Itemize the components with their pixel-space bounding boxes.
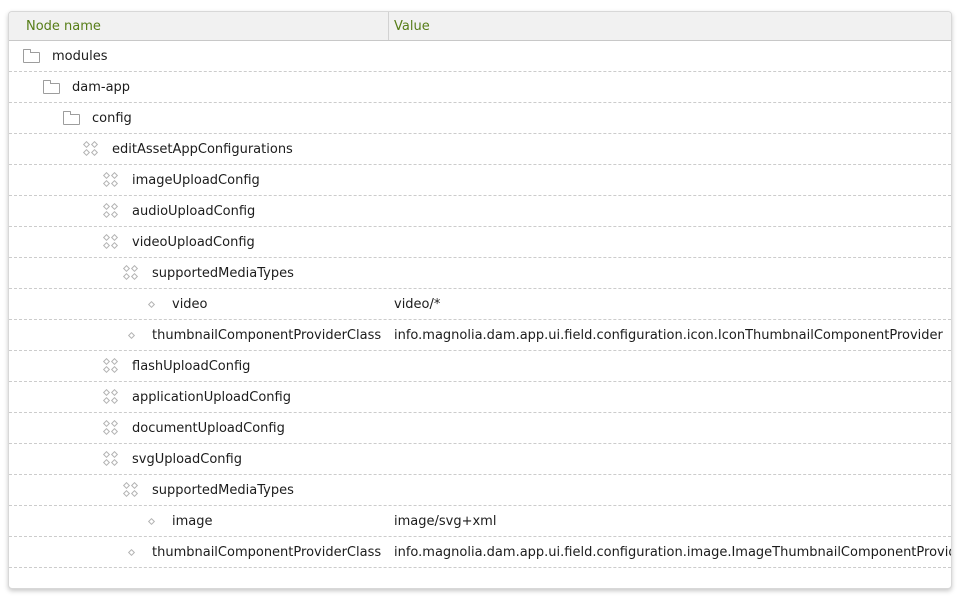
node-name-label: config — [92, 111, 132, 126]
node-name-cell: video — [9, 296, 389, 313]
node-value: info.magnolia.dam.app.ui.field.configura… — [389, 328, 951, 343]
node-name-cell: imageUploadConfig — [9, 172, 389, 189]
property-icon — [123, 327, 140, 344]
content-node-icon — [103, 234, 120, 251]
node-name-label: imageUploadConfig — [132, 173, 260, 188]
tree-row[interactable]: config — [9, 103, 951, 134]
tree-row[interactable]: applicationUploadConfig — [9, 382, 951, 413]
node-name-cell: videoUploadConfig — [9, 234, 389, 251]
node-name-cell: editAssetAppConfigurations — [9, 141, 389, 158]
column-header-node-name[interactable]: Node name — [9, 12, 389, 40]
node-name-cell: applicationUploadConfig — [9, 389, 389, 406]
tree-indent — [9, 335, 123, 336]
tree-row[interactable]: image image/svg+xml — [9, 506, 951, 537]
tree-indent — [9, 273, 123, 274]
tree-row[interactable]: audioUploadConfig — [9, 196, 951, 227]
content-node-icon — [123, 265, 140, 282]
node-name-label: audioUploadConfig — [132, 204, 255, 219]
node-name-label: flashUploadConfig — [132, 359, 250, 374]
content-node-icon — [103, 203, 120, 220]
folder-icon — [63, 114, 80, 125]
page: Node name Value modules dam-app — [0, 0, 960, 603]
tree-row[interactable]: supportedMediaTypes — [9, 258, 951, 289]
tree-indent — [9, 242, 103, 243]
node-name-cell: supportedMediaTypes — [9, 482, 389, 499]
property-icon — [143, 296, 160, 313]
tree-row[interactable]: svgUploadConfig — [9, 444, 951, 475]
tree-indent — [9, 428, 103, 429]
node-name-cell: thumbnailComponentProviderClass — [9, 327, 389, 344]
node-value: video/* — [389, 297, 951, 312]
node-name-cell: flashUploadConfig — [9, 358, 389, 375]
content-node-icon — [103, 358, 120, 375]
tree-indent — [9, 149, 83, 150]
tree-indent — [9, 118, 63, 119]
node-name-cell: supportedMediaTypes — [9, 265, 389, 282]
config-tree-table: Node name Value modules dam-app — [8, 11, 952, 589]
node-name-label: svgUploadConfig — [132, 452, 242, 467]
node-name-label: documentUploadConfig — [132, 421, 285, 436]
property-icon — [123, 544, 140, 561]
tree-indent — [9, 180, 103, 181]
content-node-icon — [123, 482, 140, 499]
folder-icon — [43, 83, 60, 94]
tree-indent — [9, 211, 103, 212]
tree-row[interactable]: dam-app — [9, 72, 951, 103]
tree-indent — [9, 552, 123, 553]
content-node-icon — [103, 420, 120, 437]
tree-indent — [9, 521, 143, 522]
tree-row[interactable]: flashUploadConfig — [9, 351, 951, 382]
node-name-cell: documentUploadConfig — [9, 420, 389, 437]
node-name-label: supportedMediaTypes — [152, 483, 294, 498]
folder-icon — [23, 52, 40, 63]
node-name-cell: config — [9, 111, 389, 126]
tree-indent — [9, 366, 103, 367]
content-node-icon — [103, 451, 120, 468]
node-value: info.magnolia.dam.app.ui.field.configura… — [389, 545, 951, 560]
tree-row[interactable]: editAssetAppConfigurations — [9, 134, 951, 165]
node-name-label: supportedMediaTypes — [152, 266, 294, 281]
tree-indent — [9, 304, 143, 305]
table-header: Node name Value — [9, 12, 951, 41]
node-name-cell: modules — [9, 49, 389, 64]
tree-indent — [9, 490, 123, 491]
node-name-cell: thumbnailComponentProviderClass — [9, 544, 389, 561]
node-name-cell: dam-app — [9, 80, 389, 95]
content-node-icon — [103, 389, 120, 406]
node-value: image/svg+xml — [389, 514, 951, 529]
node-name-label: modules — [52, 49, 108, 64]
tree-indent — [9, 397, 103, 398]
tree-row[interactable]: supportedMediaTypes — [9, 475, 951, 506]
node-name-label: dam-app — [72, 80, 130, 95]
node-name-label: editAssetAppConfigurations — [112, 142, 293, 157]
tree-row[interactable]: imageUploadConfig — [9, 165, 951, 196]
tree-row[interactable]: thumbnailComponentProviderClass info.mag… — [9, 537, 951, 568]
table-body: modules dam-app config editAsset — [9, 41, 951, 568]
tree-row[interactable]: modules — [9, 41, 951, 72]
node-name-label: thumbnailComponentProviderClass — [152, 328, 381, 343]
node-name-cell: audioUploadConfig — [9, 203, 389, 220]
tree-indent — [9, 56, 23, 57]
content-node-icon — [83, 141, 100, 158]
node-name-label: video — [172, 297, 208, 312]
node-name-cell: svgUploadConfig — [9, 451, 389, 468]
node-name-label: videoUploadConfig — [132, 235, 255, 250]
node-name-cell: image — [9, 513, 389, 530]
tree-row[interactable]: video video/* — [9, 289, 951, 320]
content-node-icon — [103, 172, 120, 189]
tree-row[interactable]: documentUploadConfig — [9, 413, 951, 444]
property-icon — [143, 513, 160, 530]
tree-indent — [9, 87, 43, 88]
node-name-label: applicationUploadConfig — [132, 390, 291, 405]
tree-indent — [9, 459, 103, 460]
node-name-label: image — [172, 514, 213, 529]
node-name-label: thumbnailComponentProviderClass — [152, 545, 381, 560]
tree-row[interactable]: thumbnailComponentProviderClass info.mag… — [9, 320, 951, 351]
column-header-value[interactable]: Value — [389, 12, 951, 40]
tree-row[interactable]: videoUploadConfig — [9, 227, 951, 258]
